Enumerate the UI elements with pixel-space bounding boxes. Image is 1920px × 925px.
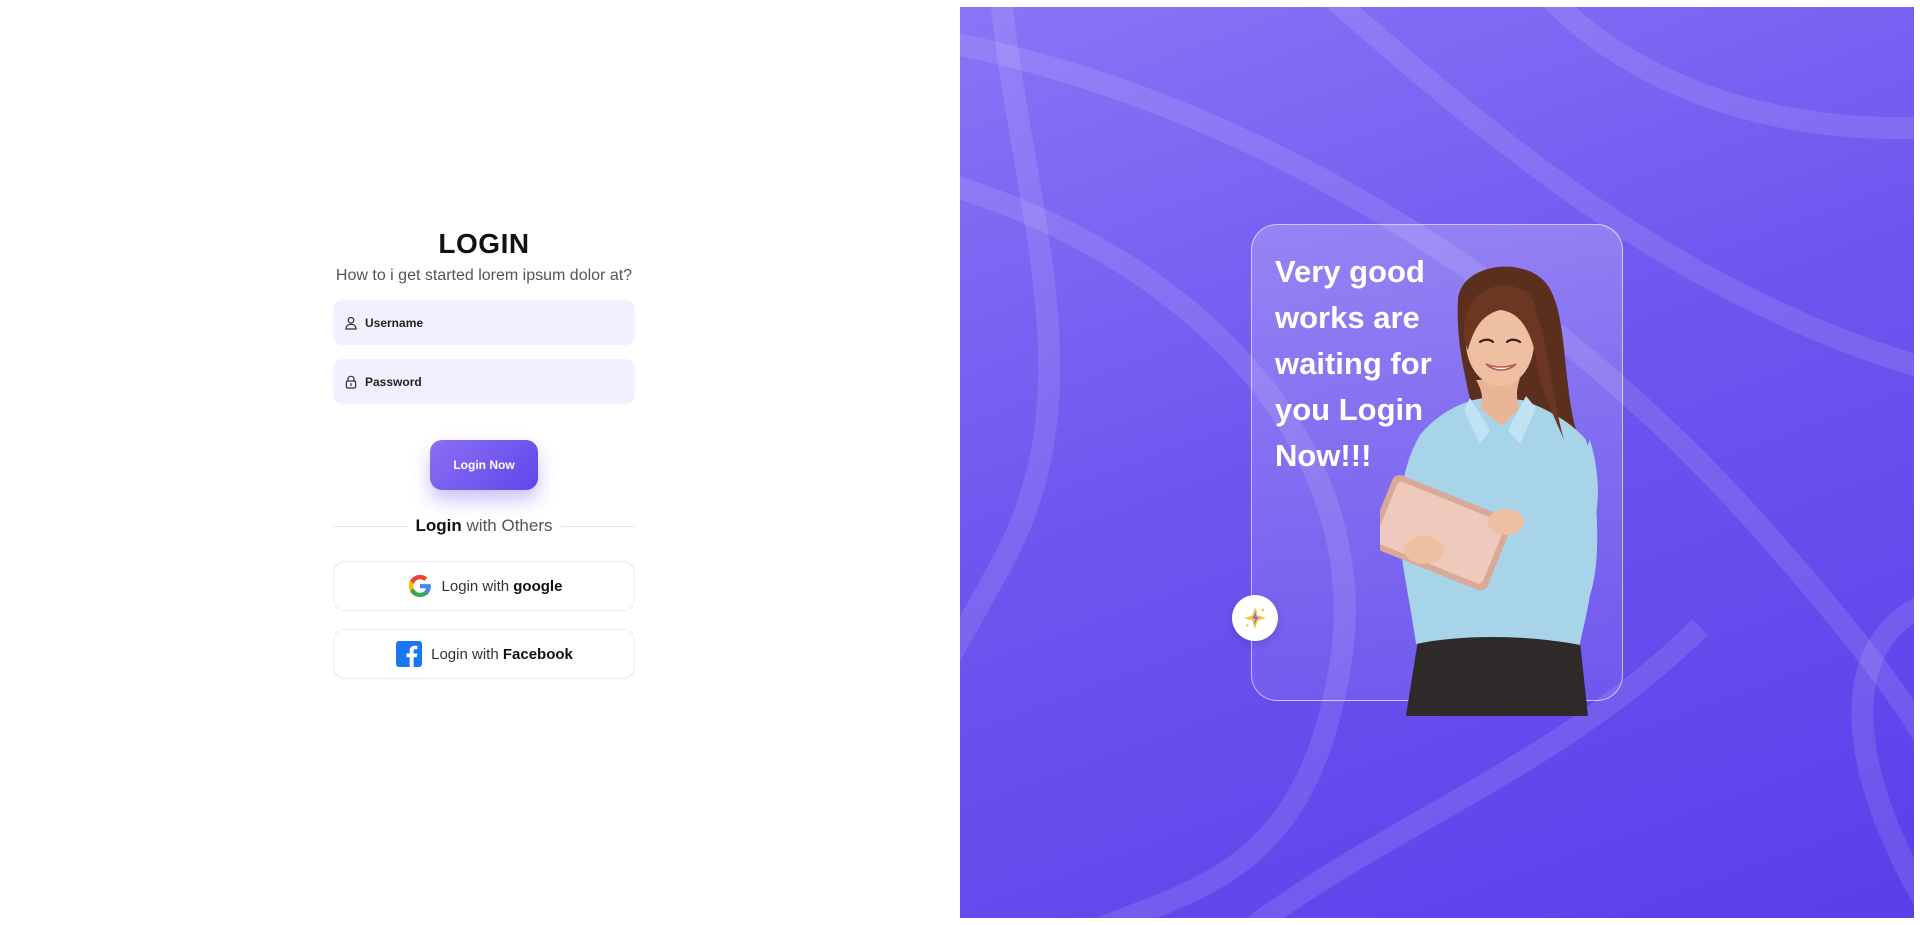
user-icon	[343, 315, 359, 331]
login-with-google-button[interactable]: Login with google	[333, 561, 635, 611]
facebook-button-text: Login with Facebook	[431, 646, 573, 663]
google-button-text: Login with google	[442, 578, 563, 595]
google-name: google	[513, 577, 563, 595]
submit-row: Login Now	[333, 440, 635, 490]
divider-line-left	[333, 525, 408, 527]
divider-rest-text: with Others	[466, 516, 553, 535]
login-panel: LOGIN How to i get started lorem ipsum d…	[0, 0, 960, 925]
divider-line-right	[560, 525, 636, 527]
login-with-others-divider: Login with Others	[333, 514, 636, 538]
promo-panel: Very good works are waiting for you Logi…	[960, 7, 1914, 918]
divider-bold-text: Login	[415, 516, 462, 535]
username-input[interactable]	[365, 315, 615, 330]
login-with-facebook-button[interactable]: Login with Facebook	[333, 629, 635, 679]
username-field[interactable]	[333, 300, 635, 345]
login-now-button[interactable]: Login Now	[430, 440, 538, 490]
divider-text: Login with Others	[408, 516, 561, 536]
password-field[interactable]	[333, 359, 635, 404]
woman-with-tablet-illustration	[1380, 266, 1598, 716]
google-logo-icon	[406, 572, 434, 600]
page-title: LOGIN	[438, 228, 530, 259]
google-prefix: Login with	[441, 577, 510, 595]
page-subtitle: How to i get started lorem ipsum dolor a…	[335, 267, 633, 284]
login-form: LOGIN How to i get started lorem ipsum d…	[333, 226, 636, 679]
lock-icon	[343, 374, 359, 390]
facebook-name: Facebook	[502, 645, 573, 663]
facebook-logo-icon	[395, 640, 423, 668]
sparkle-icon	[1232, 595, 1278, 641]
password-input[interactable]	[365, 374, 615, 389]
facebook-prefix: Login with	[431, 645, 499, 663]
